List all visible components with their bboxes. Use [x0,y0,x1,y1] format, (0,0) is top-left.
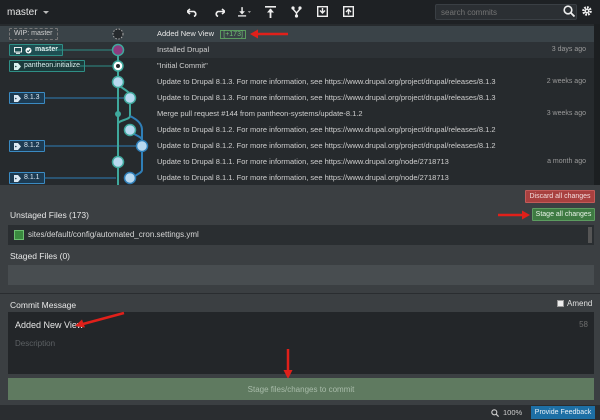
file-list-scrollbar[interactable] [588,227,592,243]
commit-avatar[interactable] [111,43,125,57]
merge-node[interactable] [115,111,121,117]
unstaged-file-item[interactable]: sites/default/config/automated_cron.sett… [28,230,199,239]
annotation-arrow [283,349,293,379]
annotation-arrow [250,29,288,39]
toolbar: master [0,0,600,24]
branch-selector[interactable]: master [7,4,49,20]
push-icon[interactable] [264,4,277,19]
summary-char-count: 58 [579,320,588,329]
wip-message: Added New View [+173] [157,29,246,39]
commit-node-center [116,64,120,68]
commit-avatar[interactable] [123,171,137,185]
unstaged-files-title: Unstaged Files (173) [10,210,89,220]
stash-icon[interactable] [316,4,329,19]
annotation-arrow [498,210,530,220]
chevron-down-icon [42,10,49,14]
commit-avatar[interactable] [111,155,125,169]
commit-avatar[interactable] [123,123,137,137]
wip-node[interactable] [112,28,124,40]
commit-avatar[interactable] [111,75,125,89]
commit-graph: WIP: master Added New View [+173] master… [0,24,600,185]
commit-avatar[interactable] [135,139,149,153]
provide-feedback-button[interactable]: Provide Feedback [531,406,595,419]
toolbar-actions [186,4,355,19]
graph-scrollbar[interactable] [594,24,600,185]
gear-icon[interactable] [581,5,594,18]
zoom-control[interactable]: 100% [491,408,522,417]
branch-icon[interactable] [290,4,303,19]
status-bar: 100% Provide Feedback [0,405,600,420]
staged-files-title: Staged Files (0) [10,251,70,261]
discard-all-button[interactable]: Discard all changes [525,190,595,203]
amend-checkbox[interactable]: Amend [557,299,592,308]
stage-all-button[interactable]: Stage all changes [532,208,595,221]
graph-lines [44,28,149,185]
unstaged-file-list: sites/default/config/automated_cron.sett… [8,225,594,245]
file-modified-icon [14,230,24,240]
pull-icon[interactable] [238,4,251,19]
annotation-arrow [75,311,125,328]
commit-description-input[interactable]: Description [15,339,55,348]
staged-file-list [8,265,594,285]
wip-count: +173 [225,31,241,38]
commit-message-title: Commit Message [10,300,77,310]
commit-button[interactable]: Stage files/changes to commit [8,378,594,400]
commit-avatar[interactable] [123,91,137,105]
checkbox-icon[interactable] [557,300,564,307]
pop-icon[interactable] [342,4,355,19]
staging-panel: Discard all changes Unstaged Files (173)… [0,185,600,420]
zoom-icon [491,408,499,417]
search-input[interactable] [435,4,577,20]
search-icon[interactable] [563,5,576,18]
redo-icon[interactable] [212,4,225,19]
branch-name: master [7,6,38,18]
undo-icon[interactable] [186,4,199,19]
divider [0,293,600,294]
